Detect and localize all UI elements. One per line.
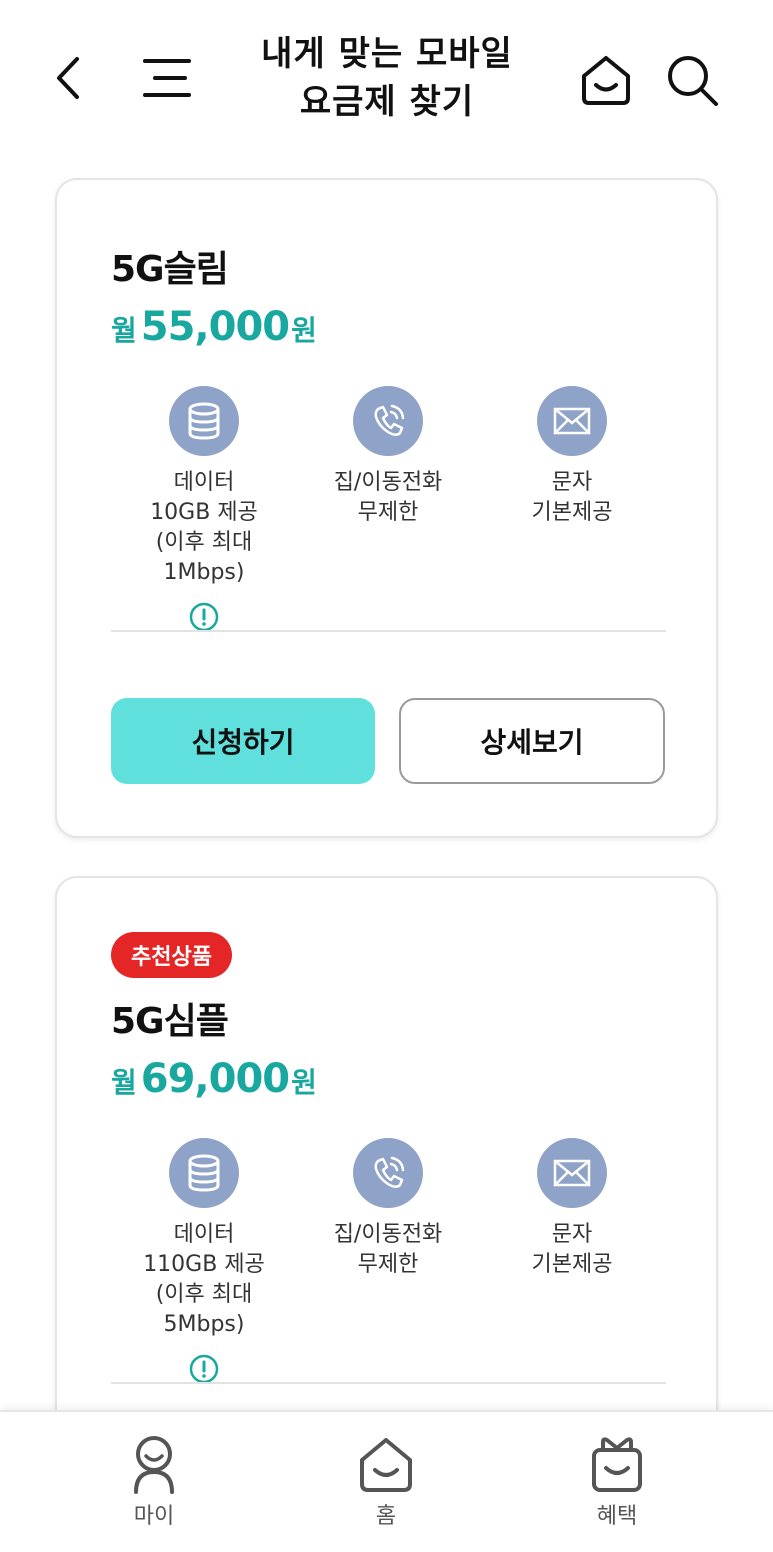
person-icon [134,1436,174,1494]
price-prefix: 월 [111,1066,137,1099]
feature-data: 데이터 10GB 제공 (이후 최대 1Mbps) [112,386,296,632]
feature-data-label: 데이터 [173,1222,235,1247]
feature-sms: 문자 기본제공 [480,386,664,632]
price-suffix: 원 [291,1066,317,1099]
feature-sms-amount: 기본제공 [531,1252,613,1277]
home-button[interactable] [574,48,638,112]
plan-price: 월 69,000 원 [111,1056,317,1102]
menu-button[interactable] [134,50,198,106]
envelope-icon [537,386,607,456]
feature-call: 집/이동전화 무제한 [296,386,480,632]
plan-name: 5G슬림 [111,249,229,290]
nav-benefit-label: 혜택 [596,1504,638,1529]
divider [111,630,666,632]
search-icon [668,56,718,106]
price-amount: 55,000 [140,304,290,350]
info-icon[interactable] [189,1354,219,1384]
feature-call-amount: 무제한 [357,1252,419,1277]
plan-card: 추천상품 5G심플 월 69,000 원 데이터 110GB 제공 (이후 최대… [55,876,718,1436]
price-suffix: 원 [291,314,317,347]
home-icon [360,1438,412,1492]
back-button[interactable] [40,50,96,106]
envelope-icon [537,1138,607,1208]
phone-call-icon [353,386,423,456]
feature-data-label: 데이터 [173,470,235,495]
nav-benefit[interactable]: 혜택 [557,1434,677,1530]
feature-data: 데이터 110GB 제공 (이후 최대 5Mbps) [112,1138,296,1384]
feature-list: 데이터 10GB 제공 (이후 최대 1Mbps) 집/이동전화 무제한 문자 … [112,386,665,632]
plan-card: 5G슬림 월 55,000 원 데이터 10GB 제공 (이후 최대 1Mbps… [55,178,718,838]
divider [111,1382,666,1384]
price-amount: 69,000 [140,1056,290,1102]
feature-data-limit: (이후 최대 5Mbps) [155,1282,253,1337]
page-title-line1: 내게 맞는 모바일 [261,34,513,74]
price-prefix: 월 [111,314,137,347]
nav-home-label: 홈 [375,1504,397,1529]
detail-button[interactable]: 상세보기 [399,698,665,784]
feature-sms-label: 문자 [551,470,593,495]
home-icon [582,56,630,105]
feature-list: 데이터 110GB 제공 (이후 최대 5Mbps) 집/이동전화 무제한 문자… [112,1138,665,1384]
phone-call-icon [353,1138,423,1208]
feature-data-amount: 10GB 제공 [150,500,258,525]
feature-call-label: 집/이동전화 [333,1222,443,1247]
feature-sms: 문자 기본제공 [480,1138,664,1384]
nav-my[interactable]: 마이 [94,1434,214,1530]
page-title-line2: 요금제 찾기 [299,82,475,122]
plan-name: 5G심플 [111,1001,229,1042]
bottom-nav: 마이 홈 혜택 [0,1410,773,1552]
recommended-badge: 추천상품 [111,932,232,978]
nav-my-label: 마이 [133,1504,175,1529]
apply-button[interactable]: 신청하기 [111,698,375,784]
nav-home[interactable]: 홈 [326,1434,446,1530]
search-button[interactable] [660,48,724,112]
feature-call: 집/이동전화 무제한 [296,1138,480,1384]
info-icon[interactable] [189,602,219,632]
back-icon [57,57,79,99]
feature-sms-amount: 기본제공 [531,500,613,525]
top-header: 내게 맞는 모바일 요금제 찾기 [0,0,773,160]
menu-icon [143,59,191,97]
page-title: 내게 맞는 모바일 요금제 찾기 [230,30,544,126]
feature-sms-label: 문자 [551,1222,593,1247]
gift-icon [592,1437,642,1492]
plan-price: 월 55,000 원 [111,304,317,350]
database-icon [169,386,239,456]
database-icon [169,1138,239,1208]
feature-call-amount: 무제한 [357,500,419,525]
feature-call-label: 집/이동전화 [333,470,443,495]
feature-data-limit: (이후 최대 1Mbps) [155,530,253,585]
feature-data-amount: 110GB 제공 [143,1252,265,1277]
